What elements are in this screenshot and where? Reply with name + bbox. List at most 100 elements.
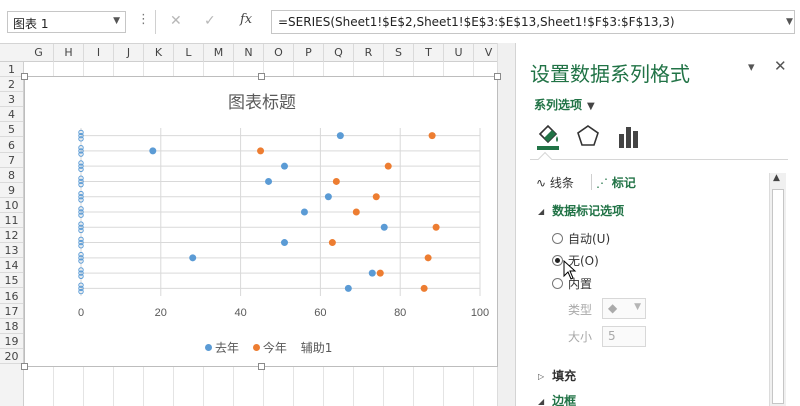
column-header-U[interactable]: U	[444, 44, 474, 62]
column-header-M[interactable]: M	[204, 44, 234, 62]
row-header-8[interactable]: 8	[0, 168, 23, 183]
pane-scrollbar[interactable]: ▲	[769, 173, 786, 406]
row-header-16[interactable]: 16	[0, 289, 23, 304]
x-tick-label: 40	[234, 307, 246, 319]
this-year-point[interactable]	[372, 193, 380, 201]
row-header-13[interactable]: 13	[0, 243, 23, 259]
row-header-5[interactable]: 5	[0, 122, 23, 138]
chart[interactable]: 图表标题 0 20 40 60 80 100 去年 今年 辅助1	[21, 73, 501, 370]
row-header-20[interactable]: 20	[0, 349, 23, 364]
expand-icon[interactable]: ▼	[786, 17, 793, 27]
legend[interactable]: 去年 今年 辅助1	[205, 339, 342, 356]
collapse-triangle-icon: ◢	[538, 397, 545, 406]
section-fill[interactable]: ▷ 填充	[538, 367, 576, 384]
close-icon[interactable]: ✕	[774, 57, 787, 75]
last-year-point[interactable]	[324, 193, 332, 201]
cancel-icon[interactable]: ✕	[170, 13, 182, 29]
row-header-1[interactable]: 1	[0, 62, 23, 78]
last-year-point[interactable]	[380, 223, 388, 231]
this-year-point[interactable]	[420, 284, 428, 292]
marker-icon: ⋰	[596, 176, 612, 190]
check-icon[interactable]: ✓	[204, 13, 216, 29]
column-header-H[interactable]: H	[54, 44, 84, 62]
radio-button[interactable]	[552, 233, 563, 244]
this-year-point[interactable]	[328, 239, 336, 247]
radio-auto[interactable]: 自动(U)	[552, 230, 610, 247]
tab-line[interactable]: ∿ 线条	[536, 174, 574, 191]
column-header-S[interactable]: S	[384, 44, 414, 62]
row-header-9[interactable]: 9	[0, 183, 23, 198]
column-header-P[interactable]: P	[294, 44, 324, 62]
last-year-point[interactable]	[368, 269, 376, 277]
effects-icon[interactable]	[574, 122, 602, 152]
chevron-down-icon[interactable]: ▼	[113, 16, 120, 26]
legend-item-this-year: 今年	[252, 339, 287, 356]
row-header-12[interactable]: 12	[0, 228, 23, 244]
this-year-point[interactable]	[428, 132, 436, 140]
fill-line-icon[interactable]	[534, 122, 562, 152]
type-select[interactable]: ◆ ▼	[602, 298, 646, 319]
column-header-O[interactable]: O	[264, 44, 294, 62]
last-year-point[interactable]	[280, 239, 288, 247]
last-year-point[interactable]	[300, 208, 308, 216]
row-header-17[interactable]: 17	[0, 304, 23, 319]
formula-input[interactable]: =SERIES(Sheet1!$E$2,Sheet1!$E$3:$E$13,Sh…	[271, 10, 795, 34]
chevron-down-icon[interactable]: ▾	[748, 60, 755, 75]
row-header-2[interactable]: 2	[0, 77, 23, 93]
column-header-K[interactable]: K	[144, 44, 174, 62]
formula-bar: 图表 1 ▼ ⋮ ✕ ✓ fx =SERIES(Sheet1!$E$2,Shee…	[0, 0, 800, 42]
column-header-R[interactable]: R	[354, 44, 384, 62]
column-header-G[interactable]: G	[24, 44, 54, 62]
this-year-point[interactable]	[257, 147, 265, 155]
x-tick-label: 100	[471, 307, 489, 319]
this-year-point[interactable]	[352, 208, 360, 216]
row-header-19[interactable]: 19	[0, 334, 23, 349]
size-stepper[interactable]: 5	[602, 326, 646, 347]
section-border[interactable]: ◢ 边框	[538, 392, 576, 406]
row-header-10[interactable]: 10	[0, 198, 23, 213]
column-header-I[interactable]: I	[84, 44, 114, 62]
last-year-point[interactable]	[265, 177, 273, 185]
column-header-Q[interactable]: Q	[324, 44, 354, 62]
type-label: 类型	[568, 303, 593, 317]
section-marker-options[interactable]: ◢ 数据标记选项	[538, 202, 624, 219]
last-year-point[interactable]	[336, 132, 344, 140]
column-header-N[interactable]: N	[234, 44, 264, 62]
row-header-4[interactable]: 4	[0, 107, 23, 123]
column-header-T[interactable]: T	[414, 44, 444, 62]
radio-button[interactable]	[552, 278, 563, 289]
column-header-L[interactable]: L	[174, 44, 204, 62]
this-year-point[interactable]	[376, 269, 384, 277]
last-year-point[interactable]	[280, 162, 288, 170]
divider	[155, 10, 156, 34]
tab-marker[interactable]: ⋰ 标记	[596, 174, 636, 191]
plot-area[interactable]: 0 20 40 60 80 100	[25, 77, 499, 368]
row-header-15[interactable]: 15	[0, 273, 23, 289]
series-options-icon[interactable]	[614, 122, 642, 152]
row-header-11[interactable]: 11	[0, 213, 23, 229]
row-header-18[interactable]: 18	[0, 319, 23, 334]
name-box[interactable]: 图表 1 ▼	[7, 11, 126, 33]
this-year-point[interactable]	[384, 162, 392, 170]
last-year-point[interactable]	[149, 147, 157, 155]
scroll-up-icon[interactable]: ▲	[773, 173, 780, 183]
divider	[591, 174, 592, 190]
row-header-14[interactable]: 14	[0, 258, 23, 274]
this-year-point[interactable]	[424, 254, 432, 262]
insert-function-icon[interactable]: fx	[240, 12, 252, 27]
last-year-point[interactable]	[344, 284, 352, 292]
row-header-6[interactable]: 6	[0, 138, 23, 153]
this-year-point[interactable]	[432, 223, 440, 231]
last-year-point[interactable]	[189, 254, 197, 262]
expand-triangle-icon: ▷	[538, 372, 545, 381]
this-year-point[interactable]	[332, 177, 340, 185]
worksheet-scrollbar[interactable]	[497, 43, 515, 406]
column-header-J[interactable]: J	[114, 44, 144, 62]
scroll-thumb[interactable]	[772, 189, 784, 404]
radio-button[interactable]	[552, 255, 563, 266]
divider	[530, 159, 788, 160]
row-header-3[interactable]: 3	[0, 92, 23, 108]
tab-line-label: 线条	[549, 176, 574, 190]
row-header-7[interactable]: 7	[0, 153, 23, 168]
series-options-dropdown[interactable]: 系列选项 ▼	[534, 96, 595, 113]
